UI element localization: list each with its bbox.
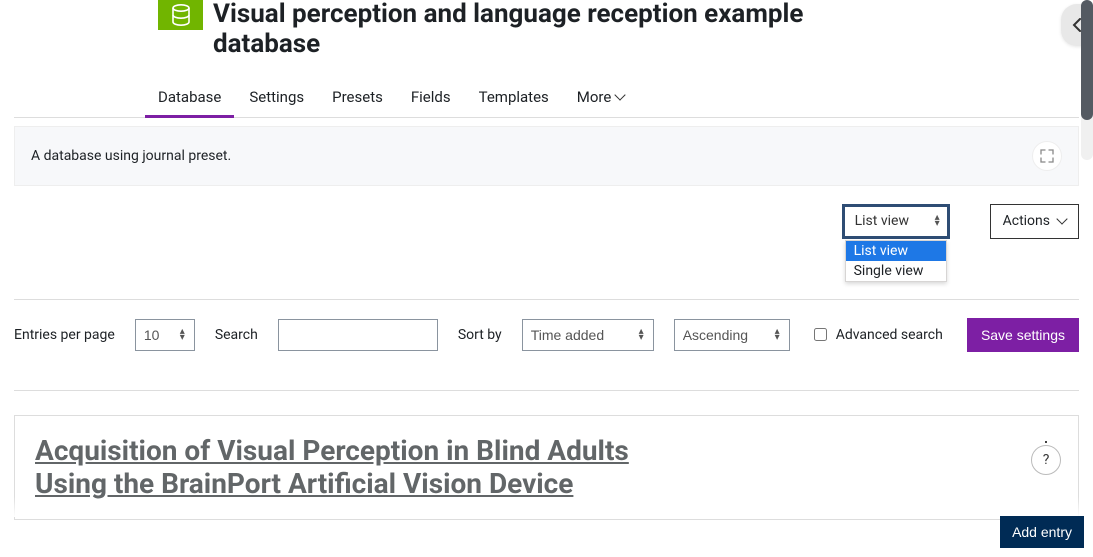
view-select[interactable]: List view [842, 204, 950, 239]
tab-templates[interactable]: Templates [479, 78, 549, 118]
filters-row: Entries per page ▴▾ Search Sort by ▴▾ ▴▾… [14, 318, 1079, 352]
tab-presets[interactable]: Presets [332, 78, 383, 118]
view-option-single[interactable]: Single view [846, 261, 946, 281]
add-entry-button[interactable]: Add entry [1000, 516, 1084, 548]
tab-more-label: More [577, 88, 612, 106]
divider [14, 390, 1079, 391]
view-select-wrap: List view ▴▾ List view Single view [842, 204, 950, 239]
advanced-search-checkbox[interactable] [814, 328, 827, 341]
help-button[interactable]: ? [1031, 445, 1061, 475]
tab-fields[interactable]: Fields [411, 78, 451, 118]
actions-label: Actions [1003, 213, 1050, 229]
tabs: Database Settings Presets Fields Templat… [158, 78, 1060, 118]
entry-title-link[interactable]: Acquisition of Visual Perception in Blin… [35, 434, 675, 501]
page-title: Visual perception and language reception… [213, 0, 833, 60]
chevron-down-icon [1056, 214, 1067, 225]
expand-icon [1040, 149, 1054, 163]
advanced-search[interactable]: Advanced search [810, 325, 943, 344]
scrollbar-thumb[interactable] [1081, 0, 1093, 120]
view-select-value: List view [855, 213, 909, 229]
advanced-search-label: Advanced search [836, 327, 943, 343]
tab-database[interactable]: Database [158, 78, 221, 118]
database-icon [158, 0, 203, 30]
search-input[interactable] [278, 319, 438, 351]
chevron-down-icon [615, 89, 626, 100]
sort-by-label: Sort by [458, 327, 502, 343]
save-settings-button[interactable]: Save settings [967, 318, 1079, 352]
description-bar: A database using journal preset. [14, 126, 1079, 186]
tab-more[interactable]: More [577, 78, 625, 118]
view-option-list[interactable]: List view [846, 241, 946, 261]
search-label: Search [215, 327, 258, 343]
entries-per-page-select[interactable] [135, 319, 195, 351]
view-dropdown: List view Single view [845, 240, 947, 282]
description-text: A database using journal preset. [31, 148, 231, 164]
expand-button[interactable] [1032, 141, 1062, 171]
tab-settings[interactable]: Settings [249, 78, 304, 118]
entry-card: Acquisition of Visual Perception in Blin… [14, 415, 1079, 520]
order-select[interactable] [674, 319, 790, 351]
divider [14, 299, 1079, 300]
entries-per-page-label: Entries per page [14, 327, 115, 343]
actions-button[interactable]: Actions [990, 204, 1079, 239]
sort-by-select[interactable] [522, 319, 654, 351]
